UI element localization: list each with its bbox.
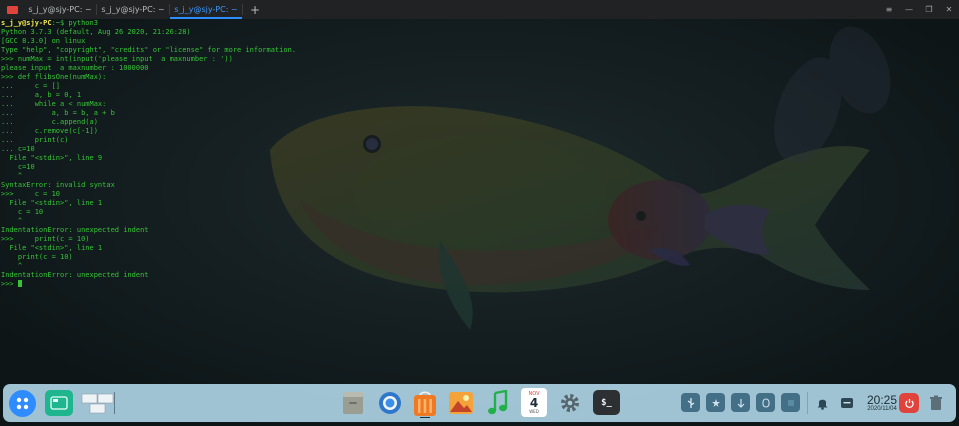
terminal-line: ... c = [] (1, 82, 61, 90)
terminal-line: File "<stdin>", line 1 (9, 199, 103, 207)
terminal-line: ... a, b = 0, 1 (1, 91, 82, 99)
terminal-app[interactable]: $_ (593, 390, 620, 415)
terminal-line: c=10 (17, 163, 35, 171)
tray-divider (807, 392, 808, 414)
tab-label: s_j_y@sjy-PC: ~ (174, 5, 238, 14)
terminal-line: IndentationError: unexpected indent (1, 271, 149, 279)
menu-icon[interactable]: ≡ (879, 0, 899, 19)
settings-app[interactable] (556, 389, 584, 417)
star-icon (711, 398, 720, 407)
terminal-line: File "<stdin>", line 9 (9, 154, 103, 162)
trash-button[interactable] (927, 392, 945, 414)
file-manager-app[interactable] (340, 389, 366, 417)
terminal-line: >>> numMax = int(input('please input a m… (1, 55, 233, 63)
terminal-line: Python 3.7.3 (default, Aug 26 2020, 21:2… (1, 28, 191, 36)
tab-terminal-1[interactable]: s_j_y@sjy-PC: ~ (24, 0, 96, 19)
notification-button[interactable] (812, 392, 832, 414)
terminal-output[interactable]: s_j_y@sjy-PC:~$ python3 Python 3.7.3 (de… (1, 19, 296, 289)
image-viewer-app[interactable] (447, 389, 475, 417)
grid-icon (16, 397, 29, 410)
terminal-line: please input a maxnumber : 1000000 (1, 64, 149, 72)
workspaces-icon (81, 392, 115, 414)
tray-app-1-button[interactable] (706, 393, 725, 412)
terminal-line: >>> def flibsOne(numMax): (1, 73, 107, 81)
terminal-line: IndentationError: unexpected indent (1, 226, 149, 234)
terminal-app-icon[interactable] (0, 0, 24, 19)
terminal-line: ... a, b = b, a + b (1, 109, 115, 117)
image-viewer-icon (449, 392, 473, 414)
taskbar-dock: NOV 4 WED $_ 20:25 2020/11/04 (3, 384, 956, 422)
square-icon (787, 399, 794, 406)
terminal-line: >>> c = 10 (1, 190, 61, 198)
browser-app[interactable] (376, 389, 404, 417)
power-icon (904, 398, 914, 408)
terminal-line: ... while a < numMax: (1, 100, 107, 108)
terminal-line: >>> print(c = 10) (1, 235, 90, 243)
message-icon (841, 398, 853, 408)
terminal-line: ... c=10 (1, 145, 35, 153)
terminal-line: ... c.append(a) (1, 118, 98, 126)
workspace-preview-button[interactable] (81, 390, 115, 416)
clock-time[interactable]: 20:25 (863, 393, 901, 407)
calendar-weekday: WED (529, 409, 539, 414)
terminal-line: ^ (17, 172, 23, 180)
prompt-user: s_j_y@sjy-PC (1, 19, 52, 27)
terminal-line: ^ (17, 262, 23, 270)
add-tab-button[interactable]: + (243, 0, 267, 19)
bell-icon (817, 399, 827, 410)
clock-date: 2020/11/04 (867, 406, 897, 412)
app-store-app[interactable] (411, 388, 439, 418)
terminal-line: ... c.remove(c[-1]) (1, 127, 98, 135)
tray-app-3-button[interactable] (756, 393, 775, 412)
tab-label: s_j_y@sjy-PC: ~ (28, 5, 92, 14)
terminal-line: ... print(c) (1, 136, 69, 144)
multitask-view-button[interactable] (45, 390, 73, 416)
gear-icon (561, 394, 579, 412)
terminal-line: ^ (17, 217, 23, 225)
terminal-line: Type "help", "copyright", "credits" or "… (1, 46, 297, 54)
tab-terminal-2[interactable]: s_j_y@sjy-PC: ~ (97, 0, 169, 19)
usb-icon (687, 397, 694, 408)
arrow-icon (737, 398, 744, 408)
maximize-icon[interactable]: ❐ (919, 0, 939, 19)
music-note-icon (488, 390, 508, 415)
close-icon[interactable]: ✕ (939, 0, 959, 19)
terminal-title-bar: s_j_y@sjy-PC: ~ s_j_y@sjy-PC: ~ s_j_y@sj… (0, 0, 959, 19)
calendar-app[interactable]: NOV 4 WED (521, 388, 547, 417)
trash-icon (930, 395, 942, 410)
browser-icon (379, 392, 401, 414)
tab-terminal-3[interactable]: s_j_y@sjy-PC: ~ (170, 0, 242, 19)
file-manager-icon (343, 392, 363, 414)
launcher-button[interactable] (9, 390, 36, 417)
circle-icon (761, 397, 770, 408)
onscreen-keyboard-button[interactable] (837, 392, 857, 414)
prompt-command: :~$ python3 (51, 19, 98, 27)
terminal-line: c = 10 (17, 208, 44, 216)
terminal-lines: Python 3.7.3 (default, Aug 26 2020, 21:2… (1, 28, 296, 279)
calendar-day: 4 (529, 396, 539, 410)
tray-app-2-button[interactable] (731, 393, 750, 412)
terminal-line: File "<stdin>", line 1 (9, 244, 103, 252)
terminal-line: print(c = 10) (17, 253, 73, 261)
window-controls: ≡ — ❐ ✕ (879, 0, 959, 19)
active-prompt: >>> (1, 280, 18, 288)
multitask-icon (50, 396, 68, 410)
text-cursor (17, 280, 22, 287)
music-app[interactable] (484, 389, 512, 417)
shopping-bag-icon (414, 391, 436, 418)
power-button[interactable] (899, 393, 919, 413)
tray-usb-button[interactable] (681, 393, 700, 412)
terminal-icon: $_ (601, 397, 612, 408)
tab-label: s_j_y@sjy-PC: ~ (101, 5, 165, 14)
minimize-icon[interactable]: — (899, 0, 919, 19)
tray-app-4-button[interactable] (781, 393, 800, 412)
terminal-line: [GCC 8.3.0] on linux (1, 37, 86, 45)
terminal-line: SyntaxError: invalid syntax (1, 181, 115, 189)
